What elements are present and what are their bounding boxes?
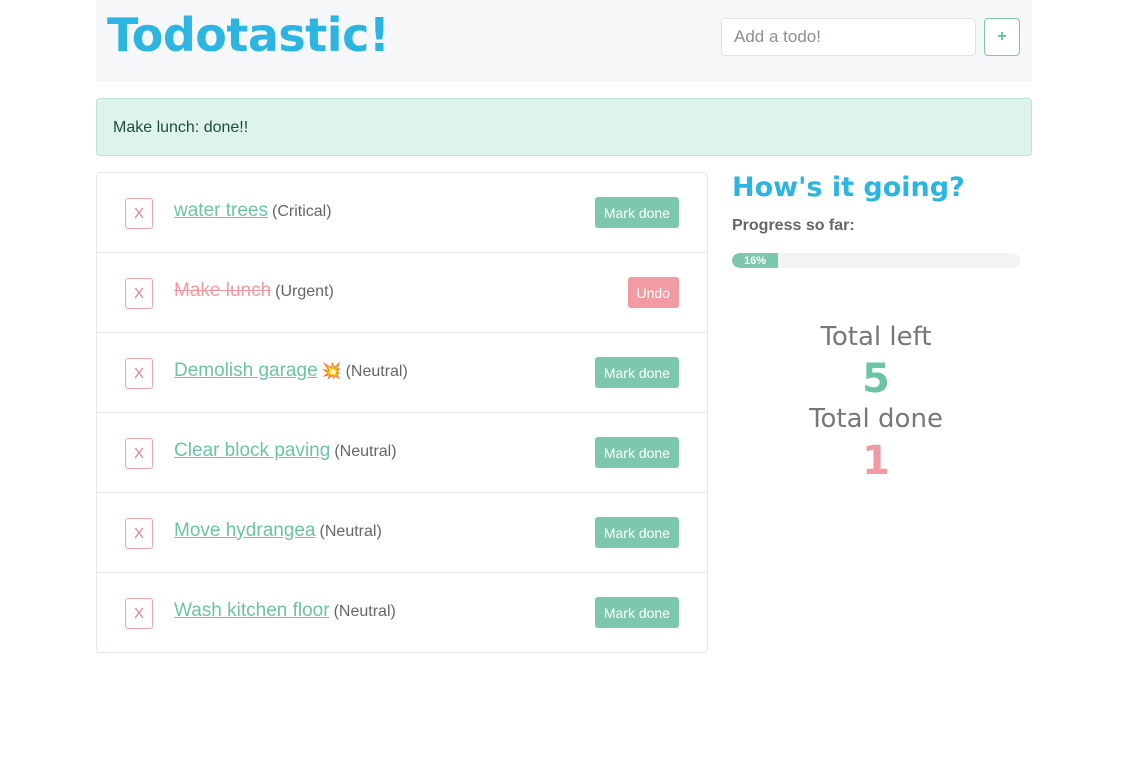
priority-label: (Neutral) [345,363,408,380]
add-todo-button[interactable]: + [984,18,1020,56]
priority-label: (Neutral) [334,443,397,460]
total-done-label: Total done [809,404,943,434]
total-left-label: Total left [820,322,932,352]
todo-item: X water trees (Critical) Mark done [97,173,707,253]
success-alert: Make lunch: done!! [96,98,1032,156]
progress-bar: 16% [732,253,1020,268]
app-header: Todotastic! + [96,0,1032,82]
todo-title-link[interactable]: Move hydrangea [174,520,316,541]
priority-label: (Neutral) [319,523,382,540]
delete-button[interactable]: X [125,278,153,309]
app-title: Todotastic! [107,8,390,62]
todo-title-link[interactable]: Wash kitchen floor [174,600,330,621]
todo-list: X water trees (Critical) Mark done X Make… [96,172,708,653]
mark-done-button[interactable]: Mark done [594,197,679,228]
todo-item: X Demolish garage 💥 (Neutral) Mark done [97,333,707,413]
total-left-value: 5 [862,356,890,402]
mark-done-button[interactable]: Mark done [594,437,679,468]
todo-title-link[interactable]: Make lunch [174,280,271,301]
todo-title-link[interactable]: Clear block paving [174,440,330,461]
todo-item: X Make lunch (Urgent) Undo [97,253,707,333]
stats-sidebar: How's it going? Progress so far: 16% Tot… [732,172,1020,484]
todo-title-link[interactable]: water trees [174,200,268,221]
total-left-stat: Total left 5 [732,322,1020,402]
alert-message: Make lunch: done!! [113,119,249,136]
todo-item: X Wash kitchen floor (Neutral) Mark done [97,573,707,653]
priority-label: (Neutral) [333,603,396,620]
plus-icon: + [997,28,1007,45]
delete-button[interactable]: X [125,598,153,629]
collision-emoji-icon: 💥 [321,363,342,380]
progress-label: Progress so far: [732,217,855,234]
sidebar-title: How's it going? [732,172,965,203]
mark-done-button[interactable]: Mark done [594,357,679,388]
delete-button[interactable]: X [125,358,153,389]
progress-bar-fill: 16% [732,253,779,268]
add-todo-input[interactable] [721,18,976,56]
priority-label: (Urgent) [275,283,334,300]
total-done-stat: Total done 1 [732,404,1020,484]
delete-button[interactable]: X [125,438,153,469]
mark-done-button[interactable]: Mark done [594,597,679,628]
delete-button[interactable]: X [125,518,153,549]
mark-done-button[interactable]: Mark done [594,517,679,548]
delete-button[interactable]: X [125,198,153,229]
undo-button[interactable]: Undo [627,277,679,308]
todo-item: X Clear block paving (Neutral) Mark done [97,413,707,493]
todo-item: X Move hydrangea (Neutral) Mark done [97,493,707,573]
priority-label: (Critical) [271,203,332,220]
progress-percent-text: 16% [744,254,767,267]
todo-title-link[interactable]: Demolish garage [174,360,318,381]
total-done-value: 1 [862,438,890,484]
